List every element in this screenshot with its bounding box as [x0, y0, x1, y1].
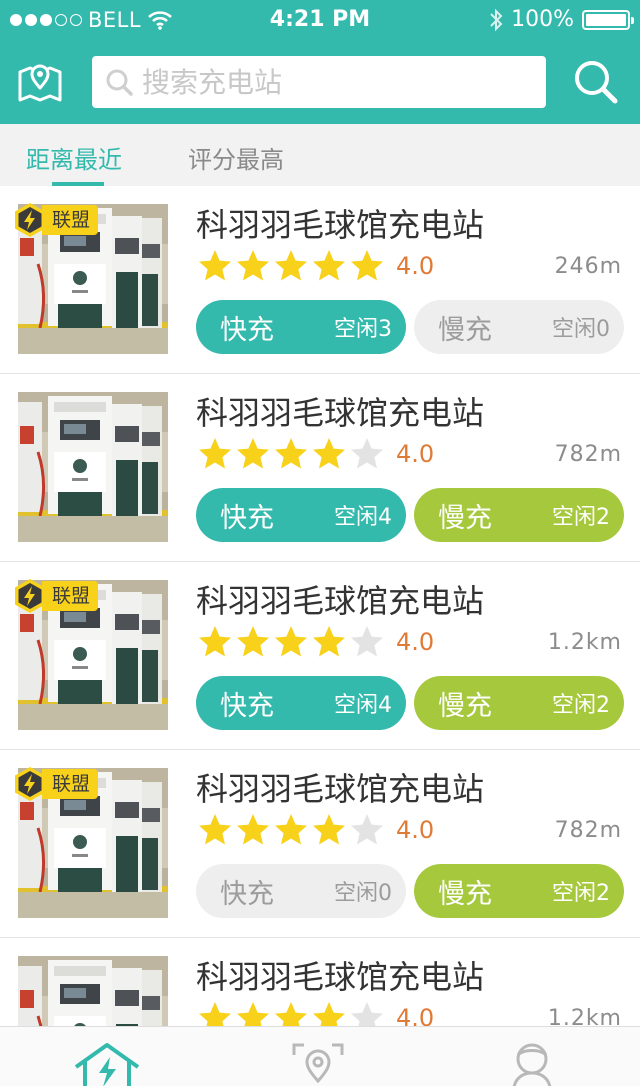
star-rating — [196, 248, 386, 284]
battery-percent: 100% — [511, 7, 574, 32]
fast-charge-button[interactable]: 快充 空闲3 — [196, 300, 406, 354]
user-icon — [512, 1043, 552, 1086]
star-filled-icon — [199, 814, 231, 845]
rating-score: 4.0 — [396, 440, 435, 468]
bluetooth-icon — [490, 8, 503, 31]
station-distance: 1.2km — [547, 630, 622, 655]
station-name: 科羽羽毛球馆充电站 — [196, 582, 485, 620]
star-filled-icon — [199, 250, 231, 281]
alliance-badge-label: 联盟 — [42, 769, 99, 799]
station-list-item[interactable]: 联盟 科羽羽毛球馆充电站 4.0 782m 快充 空闲0 慢充 空闲2 — [0, 750, 640, 938]
alliance-badge-label: 联盟 — [42, 205, 99, 235]
slow-charge-button[interactable]: 慢充 空闲2 — [414, 864, 624, 918]
station-list-item[interactable]: 联盟 科羽羽毛球馆充电站 4.0 246m 快充 空闲3 慢充 空闲0 — [0, 186, 640, 374]
app-header: BELL 4:21 PM 100% — [0, 0, 640, 124]
slow-charge-free-count: 空闲0 — [552, 317, 610, 342]
station-photo — [18, 392, 168, 542]
status-bar: BELL 4:21 PM 100% — [0, 0, 640, 40]
star-rating — [196, 436, 386, 472]
fast-charge-free-count: 空闲4 — [334, 505, 392, 530]
slow-charge-free-count: 空闲2 — [552, 693, 610, 718]
fast-charge-free-count: 空闲4 — [334, 693, 392, 718]
map-button[interactable] — [16, 58, 64, 106]
fast-charge-label: 快充 — [220, 502, 274, 534]
battery-area: 100% — [489, 7, 634, 32]
alliance-badge-label: 联盟 — [42, 581, 99, 611]
fast-charge-free-count: 空闲3 — [334, 317, 392, 342]
star-empty-icon — [351, 626, 383, 657]
star-filled-icon — [313, 250, 345, 281]
station-name: 科羽羽毛球馆充电站 — [196, 770, 485, 808]
star-filled-icon — [275, 438, 307, 469]
slow-charge-free-count: 空闲2 — [552, 881, 610, 906]
star-filled-icon — [199, 626, 231, 657]
sort-tabs: 距离最近 评分最高 — [0, 124, 640, 186]
star-filled-icon — [237, 250, 269, 281]
station-list-item[interactable]: 科羽羽毛球馆充电站 4.0 782m 快充 空闲4 慢充 空闲2 — [0, 374, 640, 562]
rating-score: 4.0 — [396, 628, 435, 656]
slow-charge-button[interactable]: 慢充 空闲2 — [414, 488, 624, 542]
slow-charge-label: 慢充 — [438, 502, 492, 534]
nav-tab-stations[interactable] — [72, 1041, 142, 1086]
alliance-badge: 联盟 — [12, 578, 99, 614]
rating-score: 4.0 — [396, 816, 435, 844]
battery-icon — [582, 9, 634, 30]
nav-tab-profile[interactable] — [508, 1041, 556, 1086]
slow-charge-button[interactable]: 慢充 空闲2 — [414, 676, 624, 730]
slow-charge-button[interactable]: 慢充 空闲0 — [414, 300, 624, 354]
fast-charge-label: 快充 — [220, 878, 274, 910]
bottom-nav — [0, 1026, 640, 1086]
fast-charge-label: 快充 — [220, 690, 274, 722]
star-filled-icon — [313, 626, 345, 657]
fast-charge-button[interactable]: 快充 空闲0 — [196, 864, 406, 918]
station-distance: 782m — [554, 442, 622, 467]
star-rating — [196, 624, 386, 660]
app-screen: BELL 4:21 PM 100% 搜索充电站 距离最近 评分最高 联盟 科羽羽… — [0, 0, 640, 1086]
slow-charge-label: 慢充 — [438, 878, 492, 910]
station-list-item[interactable]: 联盟 科羽羽毛球馆充电站 4.0 1.2km 快充 空闲4 慢充 空闲2 — [0, 562, 640, 750]
nav-tab-location[interactable] — [290, 1041, 346, 1086]
fast-charge-label: 快充 — [220, 314, 274, 346]
tab-top-rated[interactable]: 评分最高 — [188, 140, 284, 175]
star-filled-icon — [275, 814, 307, 845]
star-filled-icon — [237, 814, 269, 845]
map-pin-icon — [18, 64, 62, 102]
star-filled-icon — [313, 814, 345, 845]
tab-nearest[interactable]: 距离最近 — [26, 140, 122, 175]
star-empty-icon — [351, 438, 383, 469]
search-input[interactable] — [142, 65, 542, 99]
search-icon — [575, 61, 618, 104]
star-empty-icon — [351, 814, 383, 845]
slow-charge-label: 慢充 — [438, 690, 492, 722]
star-filled-icon — [313, 438, 345, 469]
station-distance: 782m — [554, 818, 622, 843]
station-name: 科羽羽毛球馆充电站 — [196, 394, 485, 432]
fast-charge-free-count: 空闲0 — [334, 881, 392, 906]
slow-charge-label: 慢充 — [438, 314, 492, 346]
alliance-badge: 联盟 — [12, 202, 99, 238]
station-name: 科羽羽毛球馆充电站 — [196, 206, 485, 244]
star-filled-icon — [275, 250, 307, 281]
station-distance: 246m — [554, 254, 622, 279]
star-filled-icon — [351, 250, 383, 281]
station-name: 科羽羽毛球馆充电站 — [196, 958, 485, 996]
station-list: 联盟 科羽羽毛球馆充电站 4.0 246m 快充 空闲3 慢充 空闲0 科羽羽毛… — [0, 186, 640, 1086]
charging-home-icon — [74, 1043, 140, 1086]
star-rating — [196, 812, 386, 848]
rating-score: 4.0 — [396, 252, 435, 280]
fast-charge-button[interactable]: 快充 空闲4 — [196, 488, 406, 542]
slow-charge-free-count: 空闲2 — [552, 505, 610, 530]
search-box[interactable] — [92, 56, 546, 108]
search-icon — [106, 69, 133, 96]
alliance-badge: 联盟 — [12, 766, 99, 802]
star-filled-icon — [275, 626, 307, 657]
location-icon — [292, 1043, 344, 1084]
star-filled-icon — [237, 438, 269, 469]
star-filled-icon — [237, 626, 269, 657]
search-button[interactable] — [570, 56, 622, 108]
star-filled-icon — [199, 438, 231, 469]
fast-charge-button[interactable]: 快充 空闲4 — [196, 676, 406, 730]
